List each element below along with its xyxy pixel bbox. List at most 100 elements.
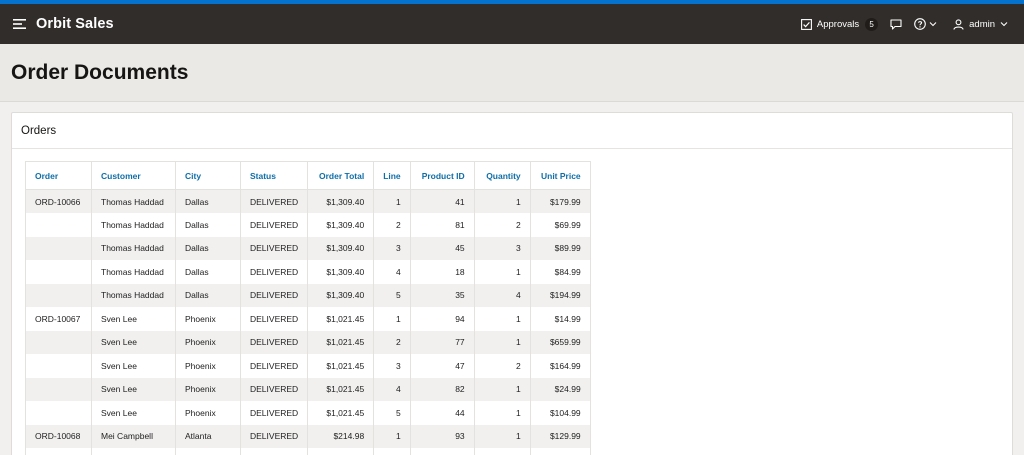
table-row[interactable]: Sven Lee Phoenix DELIVERED $1,021.45 2 77 1 $65… <box>25 330 591 354</box>
cell-quantity: 1 <box>473 424 531 448</box>
table-row[interactable] <box>25 448 591 455</box>
table-row[interactable]: Thomas Haddad Dallas DELIVERED $1,309.40 4 18… <box>25 260 591 284</box>
cell-city: Dallas <box>175 213 241 237</box>
cell-customer: Sven Lee <box>91 330 176 354</box>
user-icon <box>953 18 964 30</box>
chevron-down-icon <box>929 22 937 27</box>
cell-product-id: 81 <box>409 213 475 237</box>
cell-line <box>373 448 411 455</box>
cell-customer: Thomas Haddad <box>91 283 176 307</box>
column-header-line[interactable]: Line <box>373 161 411 190</box>
table-row[interactable]: ORD-10066 Thomas Haddad Dallas DELIVERED $1,… <box>25 189 591 213</box>
table-row[interactable]: ORD-10067 Sven Lee Phoenix DELIVERED $1,021.… <box>25 307 591 331</box>
cell-unit-price: $89.99 <box>529 236 591 260</box>
table-row[interactable]: Thomas Haddad Dallas DELIVERED $1,309.40 3 45… <box>25 236 591 260</box>
menu-button[interactable] <box>2 4 36 44</box>
column-header-order[interactable]: Order <box>25 161 92 190</box>
cell-customer: Sven Lee <box>91 307 176 331</box>
cell-quantity: 1 <box>473 377 531 401</box>
cell-customer: Thomas Haddad <box>91 189 176 213</box>
cell-unit-price: $194.99 <box>529 283 591 307</box>
cell-status: DELIVERED <box>239 401 309 425</box>
cell-product-id: 35 <box>409 283 475 307</box>
cell-order <box>25 213 92 237</box>
checkbox-icon <box>800 18 812 30</box>
cell-unit-price: $104.99 <box>529 401 591 425</box>
cell-customer <box>91 448 176 455</box>
cell-unit-price: $24.99 <box>529 377 591 401</box>
column-header-customer[interactable]: Customer <box>91 161 176 190</box>
cell-product-id: 47 <box>409 354 475 378</box>
table-row[interactable]: Thomas Haddad Dallas DELIVERED $1,309.40 2 81… <box>25 213 591 237</box>
column-header-product-id[interactable]: Product ID <box>409 161 475 190</box>
cell-order-total: $1,309.40 <box>307 283 375 307</box>
cell-customer: Thomas Haddad <box>91 213 176 237</box>
cell-order-total: $1,021.45 <box>307 377 375 401</box>
cell-line: 2 <box>373 213 411 237</box>
approvals-label: Approvals <box>816 18 860 30</box>
cell-product-id: 41 <box>409 189 475 213</box>
cell-order-total: $214.98 <box>307 424 375 448</box>
cell-product-id: 45 <box>409 236 475 260</box>
cell-unit-price <box>529 448 591 455</box>
cell-order-total: $1,309.40 <box>307 213 375 237</box>
cell-order <box>25 354 92 378</box>
column-header-unit-price[interactable]: Unit Price <box>529 161 591 190</box>
table-row[interactable]: ORD-10068 Mei Campbell Atlanta DELIVERED $21… <box>25 424 591 448</box>
top-navigation-bar: Orbit Sales Approvals 5 admin <box>0 4 1024 44</box>
cell-status: DELIVERED <box>239 424 309 448</box>
cell-quantity: 1 <box>473 189 531 213</box>
cell-city: Phoenix <box>175 307 241 331</box>
cell-line: 1 <box>373 424 411 448</box>
hamburger-menu-icon <box>12 19 26 29</box>
cell-quantity: 1 <box>473 330 531 354</box>
cell-line: 5 <box>373 283 411 307</box>
column-header-order-total[interactable]: Order Total <box>307 161 375 190</box>
cell-order <box>25 260 92 284</box>
table-row[interactable]: Sven Lee Phoenix DELIVERED $1,021.45 4 82 1 $24… <box>25 377 591 401</box>
cell-quantity: 1 <box>473 401 531 425</box>
cell-order <box>25 283 92 307</box>
cell-status: DELIVERED <box>239 307 309 331</box>
cell-status: DELIVERED <box>239 213 309 237</box>
cell-city: Dallas <box>175 189 241 213</box>
approvals-count-badge: 5 <box>865 17 879 31</box>
table-body: ORD-10066 Thomas Haddad Dallas DELIVERED $1,… <box>25 189 591 455</box>
column-header-status[interactable]: Status <box>239 161 309 190</box>
cell-order <box>25 401 92 425</box>
cell-customer: Thomas Haddad <box>91 260 176 284</box>
table-row[interactable]: Sven Lee Phoenix DELIVERED $1,021.45 3 47 2 $16… <box>25 354 591 378</box>
column-header-city[interactable]: City <box>175 161 241 190</box>
cell-customer: Sven Lee <box>91 377 176 401</box>
app-title[interactable]: Orbit Sales <box>36 16 114 32</box>
column-header-quantity[interactable]: Quantity <box>473 161 531 190</box>
user-menu-button[interactable]: admin <box>949 4 1012 44</box>
cell-product-id: 82 <box>409 377 475 401</box>
cell-city: Dallas <box>175 283 241 307</box>
cell-unit-price: $69.99 <box>529 213 591 237</box>
cell-line: 1 <box>373 307 411 331</box>
cell-product-id: 94 <box>409 307 475 331</box>
table-row[interactable]: Sven Lee Phoenix DELIVERED $1,021.45 5 44 1 $10… <box>25 401 591 425</box>
cell-customer: Mei Campbell <box>91 424 176 448</box>
cell-city <box>175 448 241 455</box>
cell-quantity: 2 <box>473 354 531 378</box>
region-title: Orders <box>21 125 57 137</box>
cell-order <box>25 330 92 354</box>
help-menu-button[interactable] <box>910 4 941 44</box>
cell-customer: Thomas Haddad <box>91 236 176 260</box>
cell-unit-price: $14.99 <box>529 307 591 331</box>
cell-status: DELIVERED <box>239 260 309 284</box>
cell-order: ORD-10067 <box>25 307 92 331</box>
chat-icon <box>890 18 902 30</box>
cell-order <box>25 236 92 260</box>
approvals-button[interactable]: Approvals 5 <box>797 4 882 44</box>
chat-button[interactable] <box>886 4 906 44</box>
cell-product-id: 44 <box>409 401 475 425</box>
region-divider <box>12 148 1012 149</box>
cell-line: 1 <box>373 189 411 213</box>
cell-unit-price: $659.99 <box>529 330 591 354</box>
table-row[interactable]: Thomas Haddad Dallas DELIVERED $1,309.40 5 35… <box>25 283 591 307</box>
cell-product-id <box>409 448 475 455</box>
cell-customer: Sven Lee <box>91 354 176 378</box>
